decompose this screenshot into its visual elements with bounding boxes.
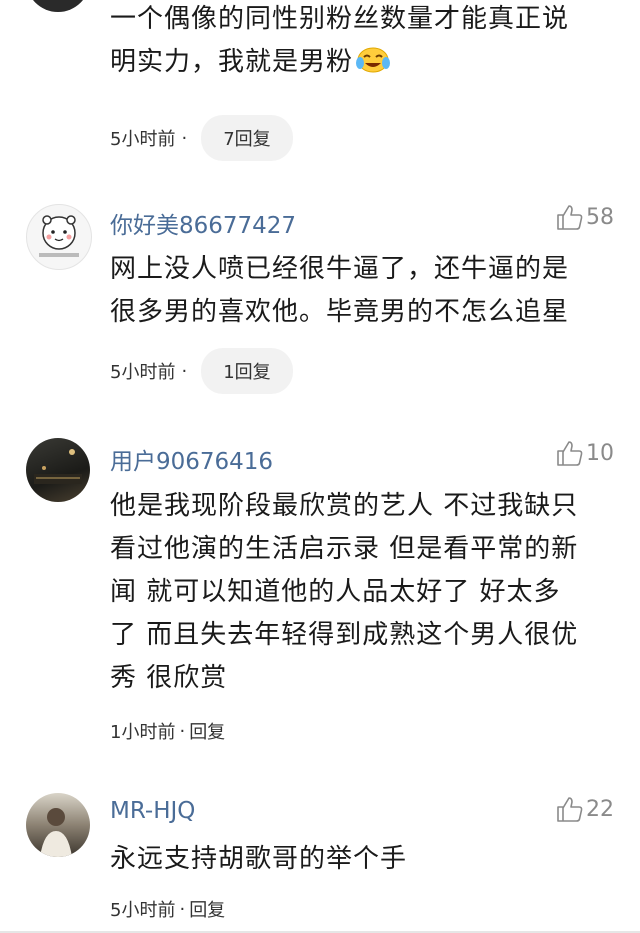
avatar[interactable] (26, 793, 90, 857)
content-line: 网上没人喷已经很牛逼了，还牛逼的是 (110, 254, 570, 284)
person-photo-avatar-icon (40, 808, 72, 857)
comment-content: 永远支持胡歌哥的举个手 (110, 838, 610, 881)
meta-separator: · (179, 898, 186, 920)
username[interactable]: MR-HJQ (110, 798, 195, 824)
avatar[interactable] (26, 0, 90, 12)
avatar[interactable] (26, 438, 90, 502)
comment-meta: 5小时前 · 1回复 (110, 348, 293, 394)
comment-content: 一个偶像的同性别粉丝数量才能真正说 明实力，我就是男粉 (110, 0, 610, 84)
night-street-avatar-icon (34, 449, 82, 484)
comment-item: 一个偶像的同性别粉丝数量才能真正说 明实力，我就是男粉 5小时前 · 7回复 (0, 0, 640, 180)
content-line: 一个偶像的同性别粉丝数量才能真正说 (110, 4, 570, 34)
username[interactable]: 你好美86677427 (110, 206, 296, 240)
content-line: 了 而且失去年轻得到成熟这个男人很优 (110, 620, 579, 650)
like-count: 10 (586, 440, 614, 466)
avatar[interactable] (26, 204, 92, 270)
like-button[interactable]: 22 (554, 794, 614, 824)
content-line: 永远支持胡歌哥的举个手 (110, 844, 408, 874)
comment-content: 网上没人喷已经很牛逼了，还牛逼的是 很多男的喜欢他。毕竟男的不怎么追星 (110, 248, 610, 334)
reply-count-button[interactable]: 1回复 (201, 348, 293, 394)
comment-meta: 5小时前 · 7回复 (110, 115, 293, 161)
meta-separator: · (181, 127, 188, 149)
content-line: 他是我现阶段最欣赏的艺人 不过我缺只 (110, 491, 579, 521)
meta-separator: · (179, 720, 186, 742)
username[interactable]: 用户90676416 (110, 442, 273, 476)
content-line: 闻 就可以知道他的人品太好了 好太多 (110, 577, 561, 607)
comment-time: 5小时前 (110, 129, 176, 150)
comment-time: 5小时前 (110, 362, 176, 383)
comment-item: 你好美86677427 58 网上没人喷已经很牛逼了，还牛逼的是 很多男的喜欢他… (0, 180, 640, 410)
comment-time: 5小时前 (110, 900, 176, 921)
content-line: 明实力，我就是男粉 (110, 41, 610, 84)
content-line: 秀 很欣赏 (110, 663, 228, 693)
thumbs-up-icon (557, 441, 583, 466)
reply-count-button[interactable]: 7回复 (201, 115, 293, 161)
comment-time: 1小时前 (110, 722, 176, 743)
like-count: 58 (586, 204, 614, 230)
content-line: 很多男的喜欢他。毕竟男的不怎么追星 (110, 297, 570, 327)
reply-button[interactable]: 回复 (189, 896, 225, 922)
reply-button[interactable]: 回复 (189, 718, 225, 744)
like-button[interactable]: 10 (554, 438, 614, 468)
comment-meta: 5小时前 · 回复 (110, 896, 225, 922)
comment-content: 他是我现阶段最欣赏的艺人 不过我缺只 看过他演的生活启示录 但是看平常的新 闻 … (110, 485, 610, 700)
like-count: 22 (586, 796, 614, 822)
like-button[interactable]: 58 (554, 202, 614, 232)
comment-meta: 1小时前 · 回复 (110, 718, 225, 744)
content-line: 看过他演的生活启示录 但是看平常的新 (110, 534, 579, 564)
laughing-crying-emoji-icon (355, 44, 391, 74)
comment-item: MR-HJQ 22 永远支持胡歌哥的举个手 5小时前 · 回复 (0, 760, 640, 933)
thumbs-up-icon (557, 205, 583, 230)
comment-item: 用户90676416 10 他是我现阶段最欣赏的艺人 不过我缺只 看过他演的生活… (0, 410, 640, 760)
cartoon-bear-avatar-icon (39, 215, 79, 257)
thumbs-up-icon (557, 797, 583, 822)
meta-separator: · (181, 360, 188, 382)
